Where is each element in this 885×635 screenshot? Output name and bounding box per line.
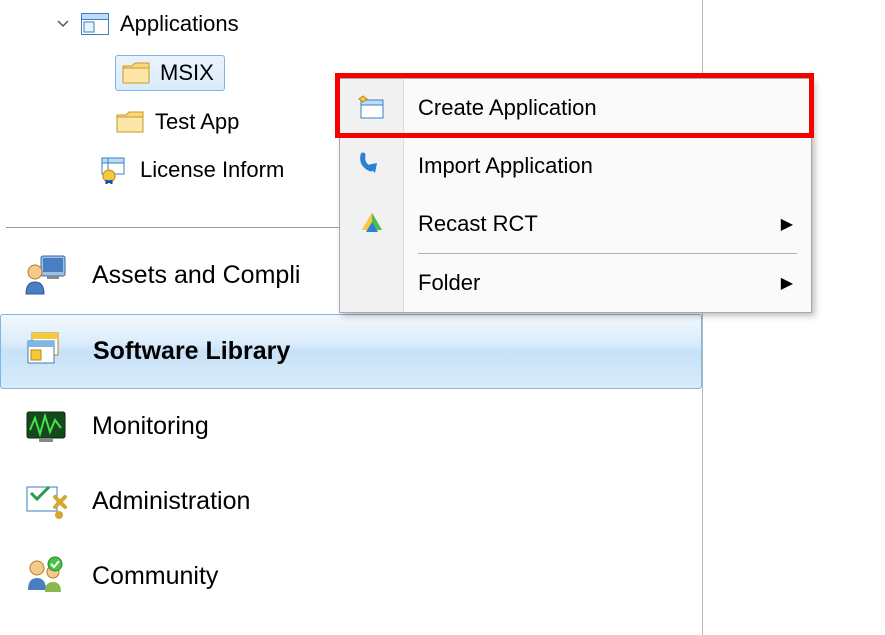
folder-icon xyxy=(115,107,145,137)
folder-icon xyxy=(122,62,150,84)
nav-monitoring[interactable]: Monitoring xyxy=(0,389,702,464)
nav-label: Assets and Compli xyxy=(92,261,300,290)
menu-label: Recast RCT xyxy=(418,211,538,237)
nav-label: Monitoring xyxy=(92,412,209,441)
menu-recast-rct[interactable]: Recast RCT ▶ xyxy=(340,195,811,253)
menu-import-application[interactable]: Import Application xyxy=(340,137,811,195)
expander-icon[interactable] xyxy=(56,18,70,30)
import-icon xyxy=(356,150,388,182)
tree-label: Test App xyxy=(155,109,239,135)
context-menu: Create Application Import Application Re… xyxy=(339,78,812,313)
nav-label: Community xyxy=(92,562,218,591)
menu-create-application[interactable]: Create Application xyxy=(340,79,811,137)
nav-administration[interactable]: Administration xyxy=(0,464,702,539)
nav-label: Administration xyxy=(92,487,250,516)
assets-icon xyxy=(22,251,70,299)
menu-label: Create Application xyxy=(418,95,597,121)
tree-label: License Inform xyxy=(140,157,284,183)
submenu-arrow-icon: ▶ xyxy=(781,214,793,234)
nav-community[interactable]: Community xyxy=(0,539,702,614)
monitoring-icon xyxy=(22,403,70,451)
tree-label: MSIX xyxy=(160,60,214,86)
recast-icon xyxy=(356,208,388,240)
application-window-icon xyxy=(80,9,110,39)
software-library-icon xyxy=(23,328,71,376)
tree-label: Applications xyxy=(120,11,239,37)
menu-label: Import Application xyxy=(418,153,593,179)
menu-folder[interactable]: Folder ▶ xyxy=(340,254,811,312)
create-application-icon xyxy=(356,92,388,124)
tree-node-applications[interactable]: Applications xyxy=(0,0,700,48)
submenu-arrow-icon: ▶ xyxy=(781,273,793,293)
license-icon xyxy=(100,155,130,185)
community-icon xyxy=(22,553,70,601)
menu-label: Folder xyxy=(418,270,480,296)
administration-icon xyxy=(22,478,70,526)
nav-label: Software Library xyxy=(93,337,290,366)
nav-software-library[interactable]: Software Library xyxy=(0,314,702,389)
